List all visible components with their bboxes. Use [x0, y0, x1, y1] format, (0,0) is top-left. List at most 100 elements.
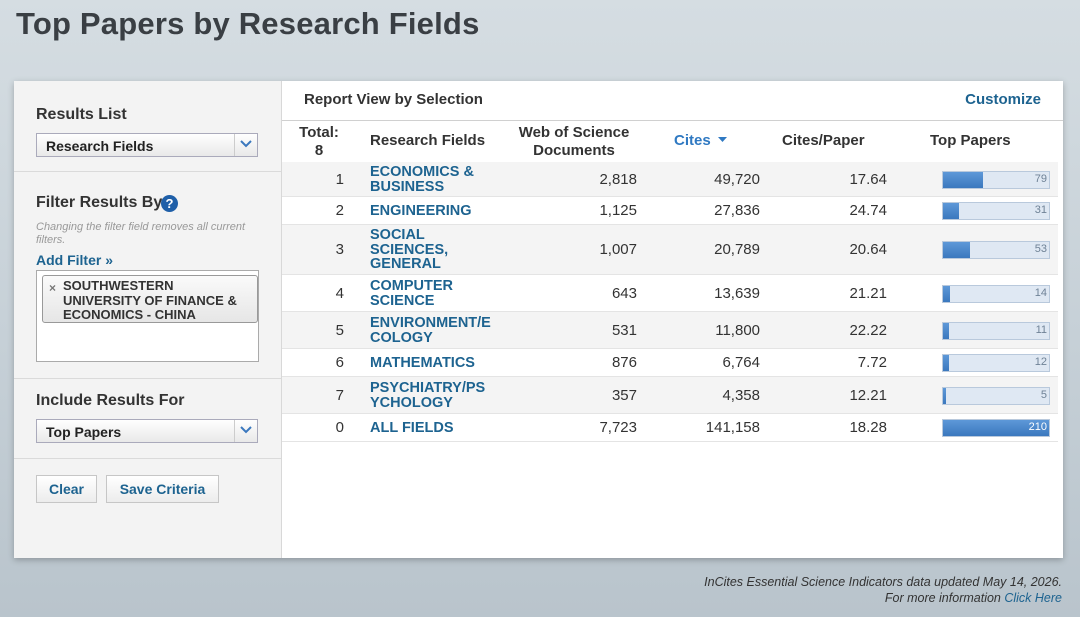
top-papers-count: 31	[1034, 204, 1047, 216]
cites-per-paper-value: 22.22	[849, 321, 887, 339]
row-rank: 3	[335, 241, 344, 258]
cites-value: 11,800	[715, 321, 760, 339]
cites-per-paper-header[interactable]: Cites/Paper	[782, 132, 865, 150]
research-field-link[interactable]: COMPUTER SCIENCE	[370, 279, 505, 308]
research-field-link[interactable]: ENVIRONMENT/E COLOGY	[370, 316, 500, 345]
top-papers-bar[interactable]: 12	[942, 354, 1050, 372]
cites-value: 27,836	[714, 202, 760, 219]
clear-button[interactable]: Clear	[36, 475, 97, 503]
row-rank: 4	[335, 284, 344, 302]
table-row: 7 PSYCHIATRY/PS YCHOLOGY 357 4,358 12.21 5	[282, 377, 1058, 414]
top-papers-bar-fill	[943, 171, 983, 188]
top-papers-count: 210	[1028, 421, 1047, 433]
chevron-down-icon[interactable]	[234, 134, 257, 156]
sidebar: Results List Research Fields Filter Resu…	[14, 81, 282, 558]
chevron-down-icon[interactable]	[234, 420, 257, 442]
include-results-label: Include Results For	[36, 392, 185, 409]
table-row: 0 ALL FIELDS 7,723 141,158 18.28 210	[282, 414, 1058, 442]
results-list-value: Research Fields	[46, 138, 154, 154]
close-icon[interactable]: ×	[49, 281, 56, 295]
top-papers-bar-fill	[943, 355, 950, 371]
top-papers-count: 14	[1034, 286, 1047, 299]
sort-desc-icon	[717, 137, 727, 142]
documents-value: 7,723	[599, 419, 637, 436]
documents-value: 2,818	[599, 170, 637, 188]
documents-value: 531	[611, 321, 637, 339]
top-papers-bar[interactable]: 210	[942, 419, 1050, 437]
top-papers-bar[interactable]: 5	[942, 386, 1050, 405]
research-field-link[interactable]: ALL FIELDS	[370, 421, 505, 436]
customize-link[interactable]: Customize	[965, 91, 1041, 108]
click-here-link[interactable]: Click Here	[1004, 591, 1062, 605]
cites-value: 4,358	[722, 386, 760, 404]
cites-per-paper-value: 21.21	[849, 284, 887, 302]
data-updated-note: InCites Essential Science Indicators dat…	[704, 575, 1062, 589]
top-papers-bar[interactable]: 11	[942, 321, 1050, 340]
documents-value: 357	[611, 386, 637, 404]
table-row: 2 ENGINEERING 1,125 27,836 24.74 31	[282, 197, 1058, 225]
top-papers-bar-fill	[943, 285, 951, 302]
more-info-text: For more information	[884, 591, 1005, 605]
top-papers-bar-fill	[943, 322, 949, 339]
filter-results-label: Filter Results By	[36, 194, 163, 211]
total-header: Total: 8	[299, 124, 339, 159]
top-papers-count: 53	[1034, 243, 1047, 255]
table-row: 3 SOCIAL SCIENCES, GENERAL 1,007 20,789 20.6…	[282, 225, 1058, 275]
cites-header-label: Cites	[674, 132, 711, 149]
table-row: 5 ENVIRONMENT/E COLOGY 531 11,800 22.22 11	[282, 312, 1058, 349]
top-papers-count: 12	[1034, 356, 1047, 368]
table-row: 1 ECONOMICS & BUSINESS 2,818 49,720 17.64 79	[282, 162, 1058, 197]
top-papers-bar[interactable]: 31	[942, 202, 1050, 220]
save-criteria-button[interactable]: Save Criteria	[106, 475, 219, 503]
cites-value: 13,639	[714, 284, 760, 302]
documents-header[interactable]: Web of Science Documents	[514, 124, 634, 160]
help-icon[interactable]: ?	[161, 195, 178, 212]
row-rank: 2	[335, 202, 344, 219]
research-field-link[interactable]: ENGINEERING	[370, 204, 505, 219]
top-papers-bar[interactable]: 14	[942, 284, 1050, 303]
research-field-link[interactable]: PSYCHIATRY/PS YCHOLOGY	[370, 381, 500, 410]
report-panel: Results List Research Fields Filter Resu…	[14, 81, 1063, 558]
footer: InCites Essential Science Indicators dat…	[704, 574, 1062, 606]
documents-value: 643	[611, 284, 637, 302]
research-field-link[interactable]: SOCIAL SCIENCES, GENERAL	[370, 228, 505, 272]
row-rank: 0	[335, 419, 344, 436]
research-fields-header[interactable]: Research Fields	[370, 132, 485, 150]
results-list-label: Results List	[36, 106, 127, 123]
results-list-section: Results List Research Fields	[14, 81, 281, 172]
add-filter-link[interactable]: Add Filter »	[36, 252, 113, 268]
results-list-select[interactable]: Research Fields	[36, 133, 258, 157]
table-row: 4 COMPUTER SCIENCE 643 13,639 21.21 14	[282, 275, 1058, 312]
report-view: Report View by Selection Customize Total…	[282, 81, 1063, 558]
row-rank: 6	[335, 354, 344, 371]
page-title: Top Papers by Research Fields	[16, 6, 480, 41]
research-field-link[interactable]: MATHEMATICS	[370, 356, 505, 371]
cites-header[interactable]: Cites	[674, 132, 727, 150]
filter-chip[interactable]: × SOUTHWESTERN UNIVERSITY OF FINANCE & E…	[42, 275, 258, 323]
filter-note: Changing the filter field removes all cu…	[36, 221, 246, 246]
cites-value: 20,789	[714, 241, 760, 258]
top-papers-count: 11	[1035, 323, 1047, 336]
top-papers-bar[interactable]: 79	[942, 170, 1050, 189]
cites-per-paper-value: 17.64	[849, 170, 887, 188]
cites-per-paper-value: 7.72	[857, 354, 887, 371]
include-results-select[interactable]: Top Papers	[36, 419, 258, 443]
top-papers-count: 79	[1034, 172, 1047, 185]
top-papers-bar[interactable]: 53	[942, 241, 1050, 259]
filter-list: × SOUTHWESTERN UNIVERSITY OF FINANCE & E…	[36, 270, 259, 362]
cites-value: 141,158	[705, 419, 760, 436]
top-papers-count: 5	[1040, 388, 1047, 401]
row-rank: 5	[335, 321, 344, 339]
report-view-title: Report View by Selection	[304, 91, 483, 108]
row-rank: 1	[335, 170, 344, 188]
research-field-link[interactable]: ECONOMICS & BUSINESS	[370, 165, 505, 194]
cites-value: 49,720	[714, 170, 760, 188]
include-section: Include Results For Top Papers	[14, 378, 281, 459]
divider	[282, 120, 1063, 121]
top-papers-header[interactable]: Top Papers	[930, 132, 1011, 150]
table-row: 6 MATHEMATICS 876 6,764 7.72 12	[282, 349, 1058, 377]
filter-chip-label: SOUTHWESTERN UNIVERSITY OF FINANCE & ECO…	[63, 278, 237, 322]
row-rank: 7	[335, 386, 344, 404]
top-papers-bar-fill	[943, 387, 946, 404]
cites-value: 6,764	[722, 354, 760, 371]
